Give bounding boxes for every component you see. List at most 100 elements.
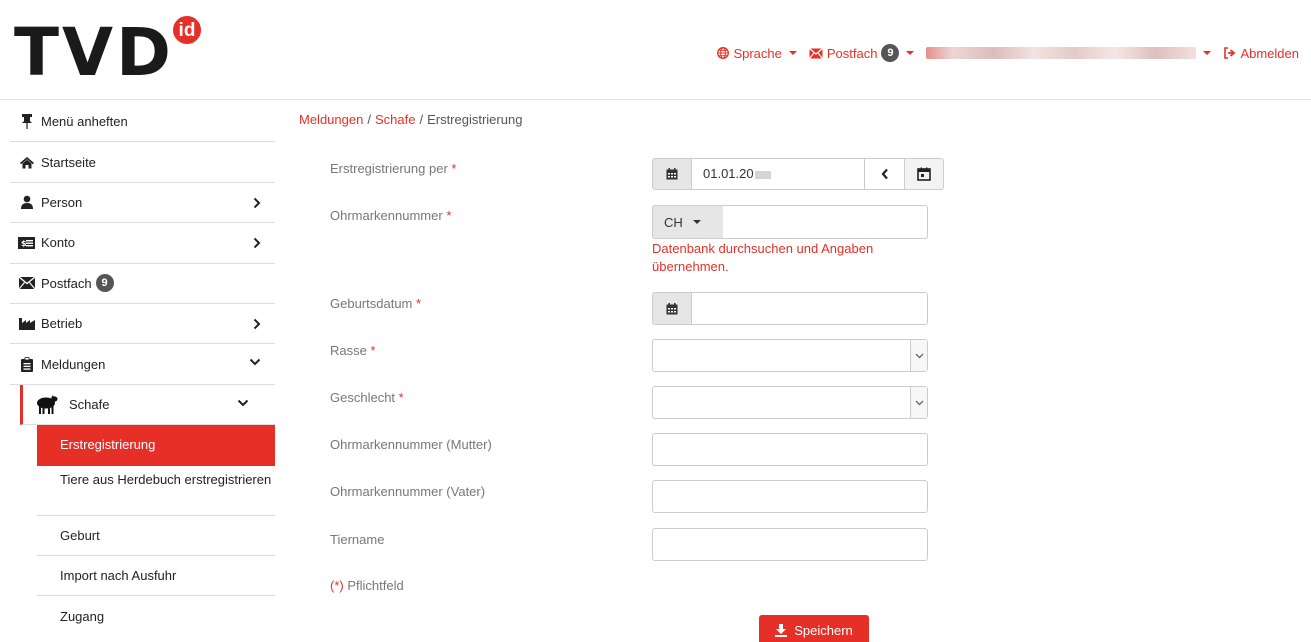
envelope-icon — [18, 275, 35, 291]
user-icon — [18, 194, 35, 210]
sidebar-item-label: Betrieb — [41, 316, 83, 332]
chevron-right-icon — [253, 237, 261, 249]
sidebar-item-import-after-export[interactable]: Import nach Ausfuhr — [37, 556, 275, 597]
sidebar-item-person[interactable]: Person — [10, 183, 275, 224]
user-name-redacted — [926, 47, 1197, 59]
ear-tag-mother-label: Ohrmarkennummer (Mutter) — [330, 437, 492, 452]
ear-tag-label: Ohrmarkennummer * — [330, 208, 451, 223]
required-note-marker: (*) — [330, 578, 344, 593]
sign-out-icon — [1223, 47, 1236, 59]
registration-date-value: 01.01.20 — [703, 166, 754, 181]
label-text: Erstregistrierung per — [330, 161, 448, 176]
sidebar-item-label: Person — [41, 194, 83, 210]
inbox-count-badge: 9 — [881, 44, 900, 62]
header: TVD id Sprache Postfach 9 Abmelden — [0, 0, 1311, 100]
language-menu[interactable]: Sprache — [717, 45, 797, 61]
animal-name-input[interactable] — [652, 528, 928, 561]
breadcrumb-separator: / — [419, 112, 424, 127]
caret-down-icon — [1203, 51, 1212, 55]
required-marker: * — [446, 208, 452, 223]
sidebar-item-account[interactable]: $ Konto — [10, 223, 275, 264]
animal-name-label: Tiername — [330, 532, 385, 547]
ear-tag-father-input[interactable] — [652, 480, 928, 513]
previous-date-button[interactable] — [864, 158, 904, 190]
sidebar-item-label: Geburt — [60, 527, 100, 543]
breed-select[interactable] — [652, 339, 928, 372]
sidebar-item-label: Import nach Ausfuhr — [60, 568, 177, 584]
sidebar-item-label: Konto — [41, 235, 75, 251]
label-text: Geschlecht — [330, 390, 396, 405]
registration-date-input[interactable]: 01.01.20 — [692, 158, 864, 190]
logo-badge: id — [171, 14, 203, 46]
breadcrumb-separator: / — [367, 112, 371, 127]
breadcrumb-sheep-link[interactable]: Schafe — [375, 112, 415, 127]
sidebar-item-label: Erstregistrierung — [60, 437, 156, 453]
chevron-down-icon — [237, 399, 249, 407]
sex-select[interactable] — [652, 386, 928, 419]
sidebar-item-label: Schafe — [69, 396, 110, 412]
caret-down-icon — [906, 51, 915, 55]
search-database-link[interactable]: Datenbank durchsuchen und Angaben überne… — [652, 240, 912, 276]
label-text: Ohrmarkennummer — [330, 208, 443, 223]
required-note-text: Pflichtfeld — [347, 578, 404, 593]
sidebar-item-business[interactable]: Betrieb — [10, 304, 275, 345]
birth-date-input[interactable] — [692, 292, 928, 325]
sidebar-item-arrival[interactable]: Zugang — [37, 596, 275, 636]
required-marker: * — [416, 296, 422, 311]
user-menu[interactable] — [926, 47, 1212, 59]
label-text: Geburtsdatum — [330, 296, 413, 311]
envelope-icon — [808, 47, 823, 59]
money-icon: $ — [18, 235, 35, 251]
breadcrumb-reports-link[interactable]: Meldungen — [299, 112, 363, 127]
clipboard-icon — [18, 356, 35, 372]
breadcrumb: Meldungen / Schafe / Erstregistrierung — [299, 112, 522, 127]
registration-date-label: Erstregistrierung per * — [330, 161, 456, 176]
sidebar-item-label: Startseite — [41, 154, 96, 170]
sidebar-item-birth[interactable]: Geburt — [37, 516, 275, 556]
sidebar: Menü anheften Startseite Person $ Konto … — [10, 102, 275, 637]
sidebar-item-label: Zugang — [60, 608, 105, 624]
sidebar-item-label: Menü anheften — [41, 114, 128, 130]
caret-down-icon — [788, 51, 797, 55]
country-value: CH — [664, 214, 683, 230]
caret-down-icon — [692, 220, 701, 224]
required-field-note: (*) Pflichtfeld — [330, 578, 404, 593]
sidebar-item-label: Meldungen — [41, 356, 106, 372]
save-label: Speichern — [794, 622, 853, 638]
chevron-down-icon — [910, 387, 927, 418]
sidebar-item-home[interactable]: Startseite — [10, 142, 275, 183]
sidebar-item-label: Tiere aus Herdebuch erstregistrieren — [60, 471, 272, 487]
required-marker: * — [370, 343, 376, 358]
sidebar-item-initial-registration[interactable]: Erstregistrierung — [37, 425, 275, 466]
breadcrumb-current: Erstregistrierung — [427, 112, 523, 127]
birth-date-group — [652, 292, 928, 325]
chevron-down-icon — [249, 358, 261, 366]
logout-link[interactable]: Abmelden — [1223, 46, 1299, 61]
sidebar-item-reports[interactable]: Meldungen — [10, 344, 275, 385]
inbox-label: Postfach — [826, 45, 878, 61]
ear-tag-mother-input[interactable] — [652, 433, 928, 466]
sidebar-item-sheep[interactable]: Schafe — [20, 384, 275, 426]
calendar-picker-button[interactable] — [904, 158, 944, 190]
tvd-logo[interactable]: TVD id — [14, 14, 214, 94]
language-label: Sprache — [733, 45, 782, 61]
date-redacted — [754, 170, 771, 179]
inbox-menu[interactable]: Postfach 9 — [808, 44, 915, 62]
logo-text: TVD — [14, 14, 174, 91]
sheep-icon — [33, 393, 59, 415]
required-marker: * — [451, 161, 457, 176]
birth-date-label: Geburtsdatum * — [330, 296, 421, 311]
sidebar-item-herdbook-registration[interactable]: Tiere aus Herdebuch erstregistrieren — [37, 466, 275, 516]
ear-tag-input[interactable] — [723, 205, 928, 239]
logout-label: Abmelden — [1240, 45, 1299, 61]
calendar-icon — [652, 158, 692, 190]
top-nav: Sprache Postfach 9 Abmelden — [717, 43, 1299, 63]
sidebar-item-inbox[interactable]: Postfach 9 — [10, 264, 275, 304]
calendar-icon — [652, 292, 692, 325]
required-marker: * — [398, 390, 404, 405]
country-select[interactable]: CH — [652, 205, 724, 239]
download-icon — [775, 623, 788, 637]
sidebar-item-pin-menu[interactable]: Menü anheften — [10, 102, 275, 143]
save-button[interactable]: Speichern — [759, 615, 869, 642]
chevron-down-icon — [910, 340, 927, 371]
